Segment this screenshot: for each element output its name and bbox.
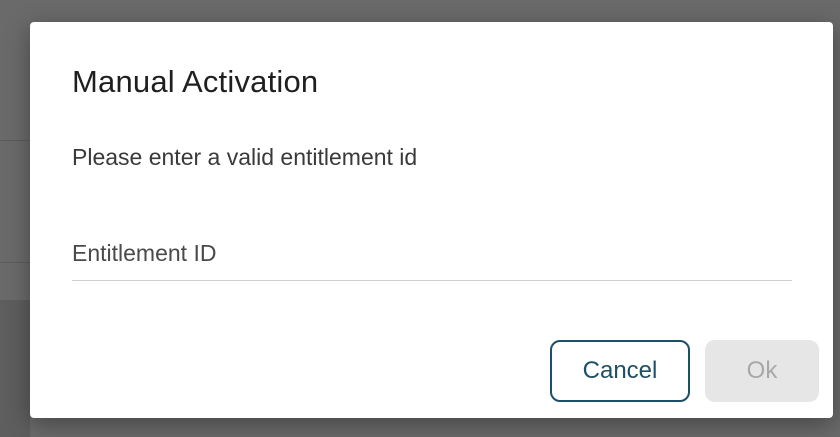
entitlement-id-input[interactable] [72,234,792,272]
manual-activation-dialog: Manual Activation Please enter a valid e… [30,22,833,418]
background-divider [0,262,30,263]
dialog-message: Please enter a valid entitlement id [72,144,418,170]
cancel-button[interactable]: Cancel [550,340,690,402]
entitlement-id-field-wrapper [72,222,792,281]
ok-button[interactable]: Ok [705,340,819,402]
background-divider [0,140,30,141]
background-panel [0,300,30,437]
dialog-title: Manual Activation [72,64,319,99]
